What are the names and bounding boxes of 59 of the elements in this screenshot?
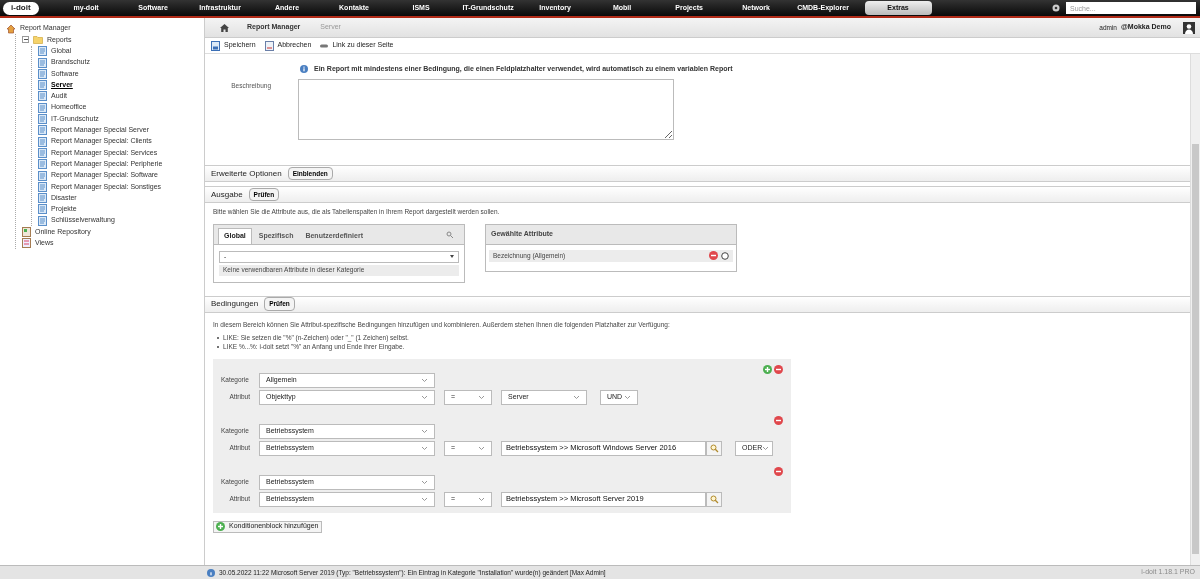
remove-icon[interactable] bbox=[709, 251, 718, 261]
scrollbar[interactable] bbox=[1190, 54, 1200, 565]
chevron-icon bbox=[762, 445, 770, 451]
logo[interactable]: i-doit bbox=[3, 1, 39, 15]
chevron-icon bbox=[478, 445, 485, 451]
section-title: Erweiterte Optionen bbox=[211, 167, 282, 180]
document-icon bbox=[38, 136, 47, 147]
chevron-icon bbox=[421, 496, 428, 502]
cancel-icon bbox=[264, 40, 274, 51]
remove-icon[interactable] bbox=[774, 364, 783, 374]
save-icon bbox=[211, 40, 220, 51]
folder-icon bbox=[33, 35, 43, 45]
collapse-toggle[interactable] bbox=[22, 36, 29, 44]
document-icon bbox=[38, 57, 47, 68]
settings-icon[interactable] bbox=[1052, 4, 1060, 12]
document-icon bbox=[38, 181, 47, 192]
document-icon bbox=[38, 68, 47, 79]
search-icon[interactable] bbox=[446, 230, 454, 239]
document-icon bbox=[38, 46, 47, 57]
document-icon bbox=[38, 215, 47, 226]
chevron-icon bbox=[573, 394, 580, 400]
document-icon bbox=[38, 204, 47, 215]
lookup-button[interactable] bbox=[706, 440, 722, 456]
magnifier-icon bbox=[709, 443, 719, 453]
chevron-icon bbox=[421, 445, 428, 451]
add-icon[interactable] bbox=[216, 522, 225, 531]
document-icon bbox=[38, 125, 47, 136]
chevron-icon bbox=[421, 428, 428, 434]
add-icon[interactable] bbox=[763, 364, 772, 374]
description-field[interactable] bbox=[298, 78, 674, 140]
chevron-icon bbox=[478, 394, 485, 400]
chevron-icon bbox=[624, 394, 631, 400]
magnifier-icon bbox=[709, 494, 719, 504]
home-icon[interactable] bbox=[220, 23, 229, 32]
info-icon bbox=[300, 65, 308, 74]
house-icon bbox=[6, 23, 16, 34]
remove-icon[interactable] bbox=[774, 415, 783, 425]
document-icon bbox=[38, 159, 47, 170]
link-icon bbox=[320, 43, 329, 48]
document-icon bbox=[38, 102, 47, 113]
repository-icon bbox=[22, 227, 31, 237]
section-title: Ausgabe bbox=[211, 188, 243, 201]
document-icon bbox=[38, 114, 47, 124]
remove-icon[interactable] bbox=[774, 466, 783, 476]
user-avatar-icon[interactable] bbox=[1183, 21, 1195, 34]
document-icon bbox=[38, 193, 47, 204]
chevron-icon bbox=[421, 394, 428, 400]
document-icon bbox=[38, 147, 47, 158]
info-icon bbox=[207, 568, 215, 577]
document-icon bbox=[38, 170, 47, 181]
views-icon bbox=[22, 238, 31, 249]
document-icon bbox=[38, 80, 47, 91]
chevron-icon bbox=[421, 377, 428, 383]
chevron-icon bbox=[421, 479, 428, 485]
radio-icon[interactable] bbox=[721, 251, 729, 260]
section-title: Bedingungen bbox=[211, 298, 259, 311]
lookup-button[interactable] bbox=[706, 491, 722, 507]
chevron-icon bbox=[478, 496, 485, 502]
document-icon bbox=[38, 91, 47, 102]
